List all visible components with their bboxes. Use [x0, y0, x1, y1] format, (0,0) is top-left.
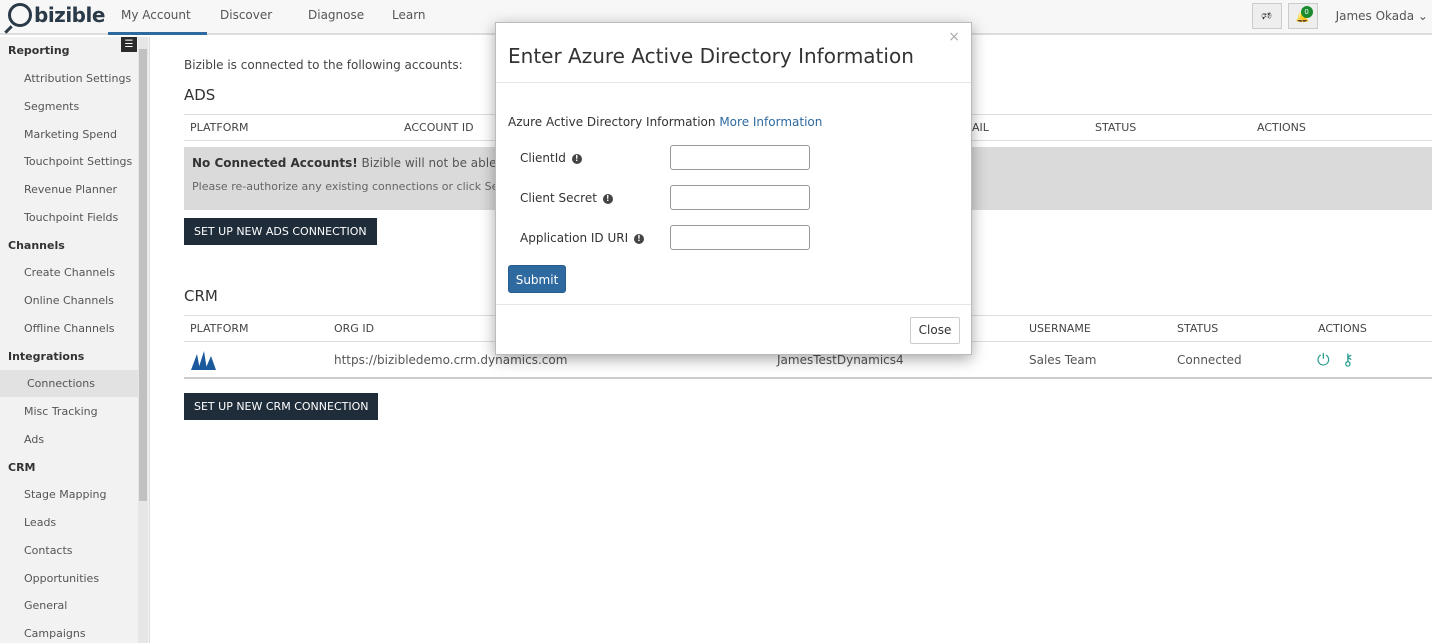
close-button[interactable]: Close	[910, 317, 960, 344]
logo-text: bizible	[34, 3, 105, 27]
crm-username: Sales Team	[1029, 353, 1097, 367]
sidebar-item-marketing-spend[interactable]: Marketing Spend	[24, 128, 117, 141]
modal-subtitle-text: Azure Active Directory Information	[508, 115, 716, 129]
sidebar-item-contacts[interactable]: Contacts	[24, 544, 73, 557]
ads-col-actions: ACTIONS	[1257, 121, 1306, 134]
sidebar-group-reporting: Reporting	[8, 44, 70, 57]
ads-col-account-id: ACCOUNT ID	[404, 121, 474, 134]
crm-col-org-id: ORG ID	[334, 322, 375, 335]
sidebar-item-online-channels[interactable]: Online Channels	[24, 294, 114, 307]
crm-status: Connected	[1177, 353, 1242, 367]
bizible-logo[interactable]: bizible	[8, 3, 105, 27]
app-id-uri-label-text: Application ID URI	[520, 231, 629, 245]
dynamics-logo-icon	[191, 351, 216, 370]
sidebar-item-misc-tracking[interactable]: Misc Tracking	[24, 405, 98, 418]
nav-learn[interactable]: Learn	[379, 0, 439, 35]
close-icon[interactable]: ×	[948, 29, 960, 45]
main-nav: My Account ⌄ Discover Diagnose Learn	[108, 0, 439, 52]
notice-bold: No Connected Accounts!	[192, 156, 358, 170]
modal-footer-divider	[496, 304, 971, 305]
sidebar-item-general[interactable]: General	[24, 599, 67, 612]
logo-magnifier-icon	[8, 3, 32, 27]
sidebar-item-opportunities[interactable]: Opportunities	[24, 572, 99, 585]
ads-section-title: ADS	[184, 86, 216, 104]
sidebar-item-stage-mapping[interactable]: Stage Mapping	[24, 488, 107, 501]
notice-line-2: Please re-authorize any existing connect…	[192, 180, 522, 193]
ads-col-status: STATUS	[1095, 121, 1137, 134]
client-secret-label-text: Client Secret	[520, 191, 597, 205]
ads-col-platform: PLATFORM	[190, 121, 249, 134]
info-icon[interactable]: !	[571, 153, 582, 164]
azure-ad-modal: × Enter Azure Active Directory Informati…	[495, 22, 972, 355]
sidebar-group-crm: CRM	[8, 461, 36, 474]
crm-col-actions: ACTIONS	[1318, 322, 1367, 335]
nav-my-account[interactable]: My Account ⌄	[108, 0, 207, 52]
modal-title: Enter Azure Active Directory Information	[508, 44, 914, 68]
nav-diagnose[interactable]: Diagnose	[295, 0, 379, 35]
nav-discover[interactable]: Discover	[207, 0, 295, 35]
connections-intro: Bizible is connected to the following ac…	[184, 58, 463, 72]
sidebar-item-offline-channels[interactable]: Offline Channels	[24, 322, 114, 335]
client-secret-label: Client Secret !	[520, 191, 613, 205]
app-id-uri-input[interactable]	[670, 225, 810, 250]
sidebar-group-integrations: Integrations	[8, 350, 85, 363]
sidebar-item-segments[interactable]: Segments	[24, 100, 79, 113]
modal-subtitle: Azure Active Directory Information More …	[508, 115, 822, 129]
sidebar-item-campaigns[interactable]: Campaigns	[24, 627, 86, 640]
ads-col-email: AIL	[972, 121, 989, 134]
client-id-input[interactable]	[670, 145, 810, 170]
sidebar-item-leads[interactable]: Leads	[24, 516, 56, 529]
user-menu[interactable]: James Okada ⌄	[1336, 9, 1428, 23]
notifications-button[interactable]: 🔔 0	[1287, 3, 1318, 29]
modal-header-divider	[496, 82, 971, 83]
sidebar-item-ads[interactable]: Ads	[24, 433, 44, 446]
client-secret-input[interactable]	[670, 185, 810, 210]
app-id-uri-label: Application ID URI !	[520, 231, 644, 245]
sidebar-item-create-channels[interactable]: Create Channels	[24, 266, 115, 279]
submit-button[interactable]: Submit	[508, 265, 566, 293]
more-information-link[interactable]: More Information	[719, 115, 822, 129]
crm-col-username: USERNAME	[1029, 322, 1091, 335]
info-icon[interactable]: !	[602, 193, 613, 204]
crm-section-title: CRM	[184, 287, 218, 305]
setup-ads-connection-button[interactable]: SET UP NEW ADS CONNECTION	[184, 218, 377, 245]
sidebar-item-touchpoint-fields[interactable]: Touchpoint Fields	[24, 211, 118, 224]
sidebar-group-channels: Channels	[8, 239, 65, 252]
key-icon[interactable]: ⚷	[1342, 350, 1354, 369]
crm-org-id: https://bizibledemo.crm.dynamics.com	[334, 353, 568, 367]
crm-col-platform: PLATFORM	[190, 322, 249, 335]
sidebar-item-connections[interactable]: Connections	[27, 377, 95, 390]
sidebar: ☰ Reporting Attribution Settings Segment…	[0, 37, 150, 643]
sidebar-scrollbar-thumb[interactable]	[139, 49, 147, 501]
sidebar-item-revenue-planner[interactable]: Revenue Planner	[24, 183, 117, 196]
notification-count-badge: 0	[1300, 6, 1313, 18]
sidebar-toggle-menu-icon[interactable]: ☰	[121, 37, 137, 52]
info-icon[interactable]: !	[633, 233, 644, 244]
megaphone-icon: 🕫	[1261, 8, 1272, 22]
client-id-label: ClientId !	[520, 151, 582, 165]
client-id-label-text: ClientId	[520, 151, 566, 165]
sidebar-scrollbar[interactable]	[138, 37, 148, 643]
power-icon[interactable]: ⏻	[1317, 350, 1330, 370]
announcement-button[interactable]: 🕫	[1251, 3, 1282, 29]
crm-col-status: STATUS	[1177, 322, 1219, 335]
sidebar-item-attribution-settings[interactable]: Attribution Settings	[24, 72, 131, 85]
header-right: 🕫 🔔 0 James Okada ⌄	[1251, 3, 1432, 29]
crm-connection-name: JamesTestDynamics4	[777, 353, 904, 367]
setup-crm-connection-button[interactable]: SET UP NEW CRM CONNECTION	[184, 393, 379, 420]
sidebar-item-touchpoint-settings[interactable]: Touchpoint Settings	[24, 155, 132, 168]
